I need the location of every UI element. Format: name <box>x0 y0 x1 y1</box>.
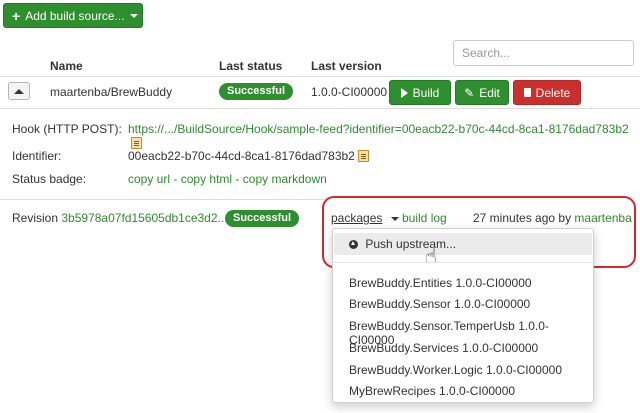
play-icon <box>400 87 408 98</box>
status-badge-label: Status badge: <box>12 172 87 186</box>
push-upstream-label: Push upstream... <box>365 237 457 251</box>
pencil-icon: ✎ <box>464 85 475 100</box>
last-version-value: 1.0.0-CI00000 <box>311 85 388 99</box>
column-header-last-version: Last version <box>311 59 382 73</box>
package-menu-item[interactable]: BrewBuddy.Sensor 1.0.0-CI00000 <box>349 297 530 311</box>
copy-icon[interactable] <box>357 150 369 162</box>
column-header-name: Name <box>50 59 83 73</box>
chevron-down-icon <box>129 13 138 18</box>
copy-html-link[interactable]: copy html <box>181 172 232 186</box>
build-button[interactable]: Build <box>389 80 451 105</box>
package-menu-item[interactable]: MyBrewRecipes 1.0.0-CI00000 <box>349 384 515 398</box>
revision-hash-link[interactable]: 3b5978a07fd15605db1ce3d2... <box>61 211 227 225</box>
separator: - <box>235 172 240 186</box>
edit-button-label: Edit <box>479 85 500 100</box>
edit-button[interactable]: ✎ Edit <box>455 80 509 105</box>
row-divider <box>0 108 640 109</box>
hand-cursor-icon: ☝ <box>425 246 438 268</box>
menu-divider <box>333 262 593 263</box>
search-input[interactable] <box>453 40 634 66</box>
separator: - <box>173 172 178 186</box>
hook-url-link[interactable]: https://.../BuildSource/Hook/sample-feed… <box>128 122 629 136</box>
hook-label: Hook (HTTP POST): <box>12 122 122 136</box>
copy-icon[interactable] <box>131 137 142 149</box>
identifier-label: Identifier: <box>12 149 62 163</box>
header-divider <box>0 76 640 77</box>
column-header-last-status: Last status <box>219 59 283 73</box>
add-build-source-button[interactable]: + Add build source... <box>3 3 143 28</box>
trash-icon <box>523 88 531 97</box>
copy-markdown-link[interactable]: copy markdown <box>243 172 327 186</box>
collapse-toggle-button[interactable] <box>8 82 30 100</box>
delete-button-label: Delete <box>535 85 571 100</box>
upload-icon <box>349 240 358 249</box>
details-divider <box>0 199 325 200</box>
add-build-source-label: Add build source... <box>25 8 125 23</box>
package-menu-item[interactable]: BrewBuddy.Entities 1.0.0-CI00000 <box>349 276 532 290</box>
chevron-up-icon <box>14 88 24 94</box>
copy-url-link[interactable]: copy url <box>128 172 170 186</box>
plus-icon: + <box>12 7 21 24</box>
revision-label: Revision <box>12 211 59 225</box>
identifier-value: 00eacb22-b70c-44cd-8ca1-8176dad783b2 <box>128 149 355 163</box>
push-upstream-item-content: Push upstream... <box>349 237 456 251</box>
build-source-name: maartenba/BrewBuddy <box>50 85 173 99</box>
package-menu-item[interactable]: BrewBuddy.Worker.Logic 1.0.0-CI00000 <box>349 363 562 377</box>
packages-dropdown-menu: Push upstream... ☝ BrewBuddy.Entities 1.… <box>332 228 594 403</box>
delete-button[interactable]: Delete <box>513 80 581 105</box>
revision-status-badge: Successful <box>225 210 300 227</box>
status-badge: Successful <box>219 83 294 100</box>
package-menu-item[interactable]: BrewBuddy.Services 1.0.0-CI00000 <box>349 341 538 355</box>
build-button-label: Build <box>412 85 440 100</box>
